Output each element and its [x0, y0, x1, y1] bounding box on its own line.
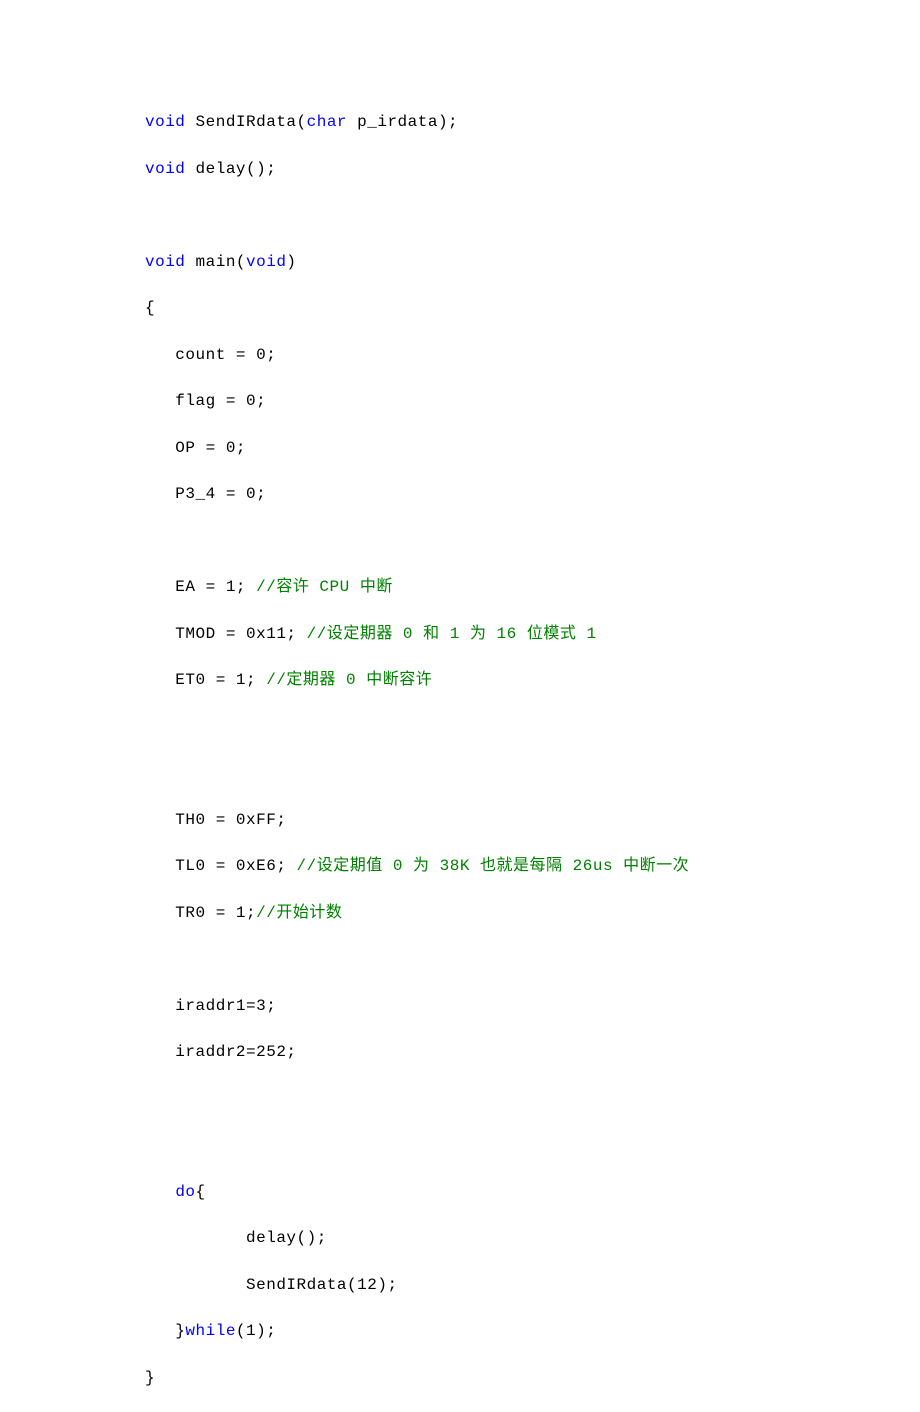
- code-line: iraddr1=3;: [145, 994, 920, 1018]
- code-text: count = 0;: [145, 346, 276, 364]
- code-line: TL0 = 0xE6; //设定期值 0 为 38K 也就是每隔 26us 中断…: [145, 854, 920, 878]
- code-text: SendIRdata(: [185, 113, 306, 131]
- comment: //设定期器 0 和 1 为 16 位模式 1: [307, 625, 597, 643]
- code-page: void SendIRdata(char p_irdata);void dela…: [0, 0, 920, 1390]
- code-text: delay();: [145, 1229, 327, 1247]
- code-line: OP = 0;: [145, 436, 920, 460]
- code-line: TR0 = 1;//开始计数: [145, 901, 920, 925]
- comment: //定期器 0 中断容许: [266, 671, 432, 689]
- keyword: while: [185, 1322, 236, 1340]
- code-line: void SendIRdata(char p_irdata);: [145, 110, 920, 134]
- code-text: OP = 0;: [145, 439, 246, 457]
- code-block: void SendIRdata(char p_irdata);void dela…: [145, 110, 920, 1390]
- code-text: ET0 = 1;: [145, 671, 266, 689]
- code-line: EA = 1; //容许 CPU 中断: [145, 575, 920, 599]
- code-line: iraddr2=252;: [145, 1040, 920, 1064]
- code-line: void main(void): [145, 250, 920, 274]
- code-text: [145, 1183, 175, 1201]
- code-line: flag = 0;: [145, 389, 920, 413]
- code-text: TL0 = 0xE6;: [145, 857, 297, 875]
- code-line: [145, 1133, 920, 1157]
- code-line: ET0 = 1; //定期器 0 中断容许: [145, 668, 920, 692]
- code-line: [145, 761, 920, 785]
- code-line: {: [145, 296, 920, 320]
- code-text: TR0 = 1;: [145, 904, 256, 922]
- code-text: delay();: [185, 160, 276, 178]
- code-line: delay();: [145, 1226, 920, 1250]
- keyword: do: [175, 1183, 195, 1201]
- code-text: ): [286, 253, 296, 271]
- code-text: p_irdata);: [347, 113, 458, 131]
- code-text: SendIRdata(12);: [145, 1276, 398, 1294]
- comment: //开始计数: [256, 904, 342, 922]
- code-text: }: [145, 1369, 155, 1387]
- comment: //设定期值 0 为 38K 也就是每隔 26us 中断一次: [297, 857, 690, 875]
- code-line: count = 0;: [145, 343, 920, 367]
- code-line: [145, 203, 920, 227]
- keyword: void: [145, 160, 185, 178]
- code-line: void delay();: [145, 157, 920, 181]
- keyword: char: [307, 113, 347, 131]
- code-line: [145, 715, 920, 739]
- code-line: SendIRdata(12);: [145, 1273, 920, 1297]
- keyword: void: [246, 253, 286, 271]
- code-text: (1);: [236, 1322, 276, 1340]
- code-text: EA = 1;: [145, 578, 256, 596]
- code-line: TH0 = 0xFF;: [145, 808, 920, 832]
- code-text: iraddr1=3;: [145, 997, 276, 1015]
- code-line: do{: [145, 1180, 920, 1204]
- code-line: TMOD = 0x11; //设定期器 0 和 1 为 16 位模式 1: [145, 622, 920, 646]
- code-text: }: [145, 1322, 185, 1340]
- comment: //容许 CPU 中断: [256, 578, 393, 596]
- code-line: }while(1);: [145, 1319, 920, 1343]
- code-text: {: [145, 299, 155, 317]
- code-text: flag = 0;: [145, 392, 266, 410]
- code-text: TH0 = 0xFF;: [145, 811, 286, 829]
- code-line: [145, 1087, 920, 1111]
- code-text: {: [196, 1183, 206, 1201]
- code-line: P3_4 = 0;: [145, 482, 920, 506]
- code-line: [145, 947, 920, 971]
- code-text: P3_4 = 0;: [145, 485, 266, 503]
- code-line: }: [145, 1366, 920, 1390]
- keyword: void: [145, 113, 185, 131]
- code-text: iraddr2=252;: [145, 1043, 297, 1061]
- code-text: main(: [185, 253, 246, 271]
- code-line: [145, 529, 920, 553]
- code-text: TMOD = 0x11;: [145, 625, 307, 643]
- keyword: void: [145, 253, 185, 271]
